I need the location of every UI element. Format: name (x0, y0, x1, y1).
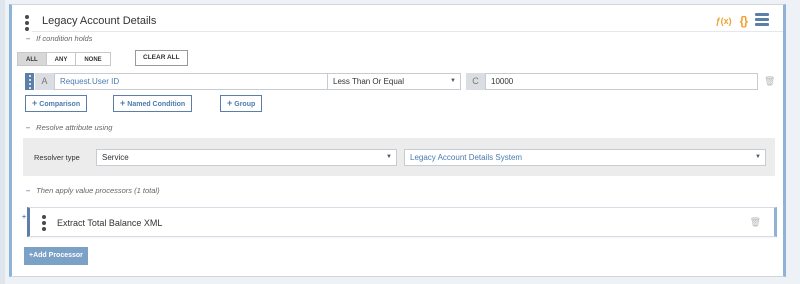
match-any-button[interactable]: ANY (45, 52, 77, 66)
attribute-select[interactable]: Request.User ID ▼ (54, 73, 350, 90)
add-named-condition-button[interactable]: + Named Condition (113, 95, 193, 112)
add-processor-button[interactable]: +Add Processor (24, 247, 88, 265)
condition-section-label[interactable]: – If condition holds (26, 34, 92, 43)
attribute-value: Request.User ID (60, 77, 120, 86)
processor-drag-handle-icon[interactable] (42, 215, 46, 233)
chevron-down-icon: ▼ (386, 154, 392, 160)
clear-all-button[interactable]: CLEAR ALL (135, 50, 188, 66)
right-operand-letter: C (466, 73, 485, 90)
left-operand-letter: A (35, 73, 54, 90)
card-title: Legacy Account Details (42, 15, 157, 27)
chevron-down-icon: ▼ (755, 154, 761, 160)
resolver-system-select[interactable]: Legacy Account Details System ▼ (404, 149, 766, 166)
match-mode-selector: ALL ANY NONE (17, 52, 111, 66)
trash-icon[interactable]: 🗑 (764, 76, 775, 87)
resolver-type-label: Resolver type (34, 153, 80, 162)
expand-icon[interactable]: + (22, 214, 26, 221)
card-drag-handle-icon[interactable] (25, 15, 29, 33)
processor-title: Extract Total Balance XML (57, 218, 163, 228)
match-none-button[interactable]: NONE (75, 52, 111, 66)
resolver-system-value: Legacy Account Details System (410, 153, 523, 162)
plus-icon: + (32, 98, 38, 108)
resolver-section-label[interactable]: – Resolve attribute using (26, 123, 112, 132)
operator-value: Less Than Or Equal (333, 77, 405, 86)
condition-row: A Request.User ID ▼ Less Than Or Equal ▼… (25, 73, 785, 90)
collapse-icon[interactable]: – (26, 186, 30, 195)
processors-section-label[interactable]: – Then apply value processors (1 total) (26, 186, 160, 195)
braces-icon[interactable]: {} (740, 14, 748, 28)
add-comparison-button[interactable]: + Comparison (25, 95, 88, 112)
chevron-down-icon: ▼ (450, 78, 456, 84)
hamburger-menu-icon[interactable] (755, 13, 769, 28)
left-rail (0, 0, 5, 284)
plus-icon: + (227, 98, 233, 108)
collapse-icon[interactable]: – (26, 123, 30, 132)
collapse-icon[interactable]: – (26, 34, 30, 43)
resolver-type-value: Service (102, 153, 129, 162)
condition-drag-handle-icon[interactable] (25, 73, 34, 90)
add-group-button[interactable]: + Group (220, 95, 263, 112)
card-header-icons: ƒ(x) {} (716, 13, 769, 28)
resolver-panel: Resolver type Service ▼ Legacy Account D… (23, 138, 775, 176)
trash-icon[interactable]: 🗑 (750, 217, 761, 228)
function-icon[interactable]: ƒ(x) (716, 16, 732, 26)
value-input[interactable]: 10000 (485, 73, 758, 90)
plus-icon: + (120, 98, 126, 108)
processor-item: Extract Total Balance XML 🗑 (27, 207, 777, 237)
match-all-button[interactable]: ALL (17, 52, 47, 66)
header-divider (32, 31, 783, 32)
resolver-type-select[interactable]: Service ▼ (96, 149, 397, 166)
operator-select[interactable]: Less Than Or Equal ▼ (327, 73, 461, 90)
